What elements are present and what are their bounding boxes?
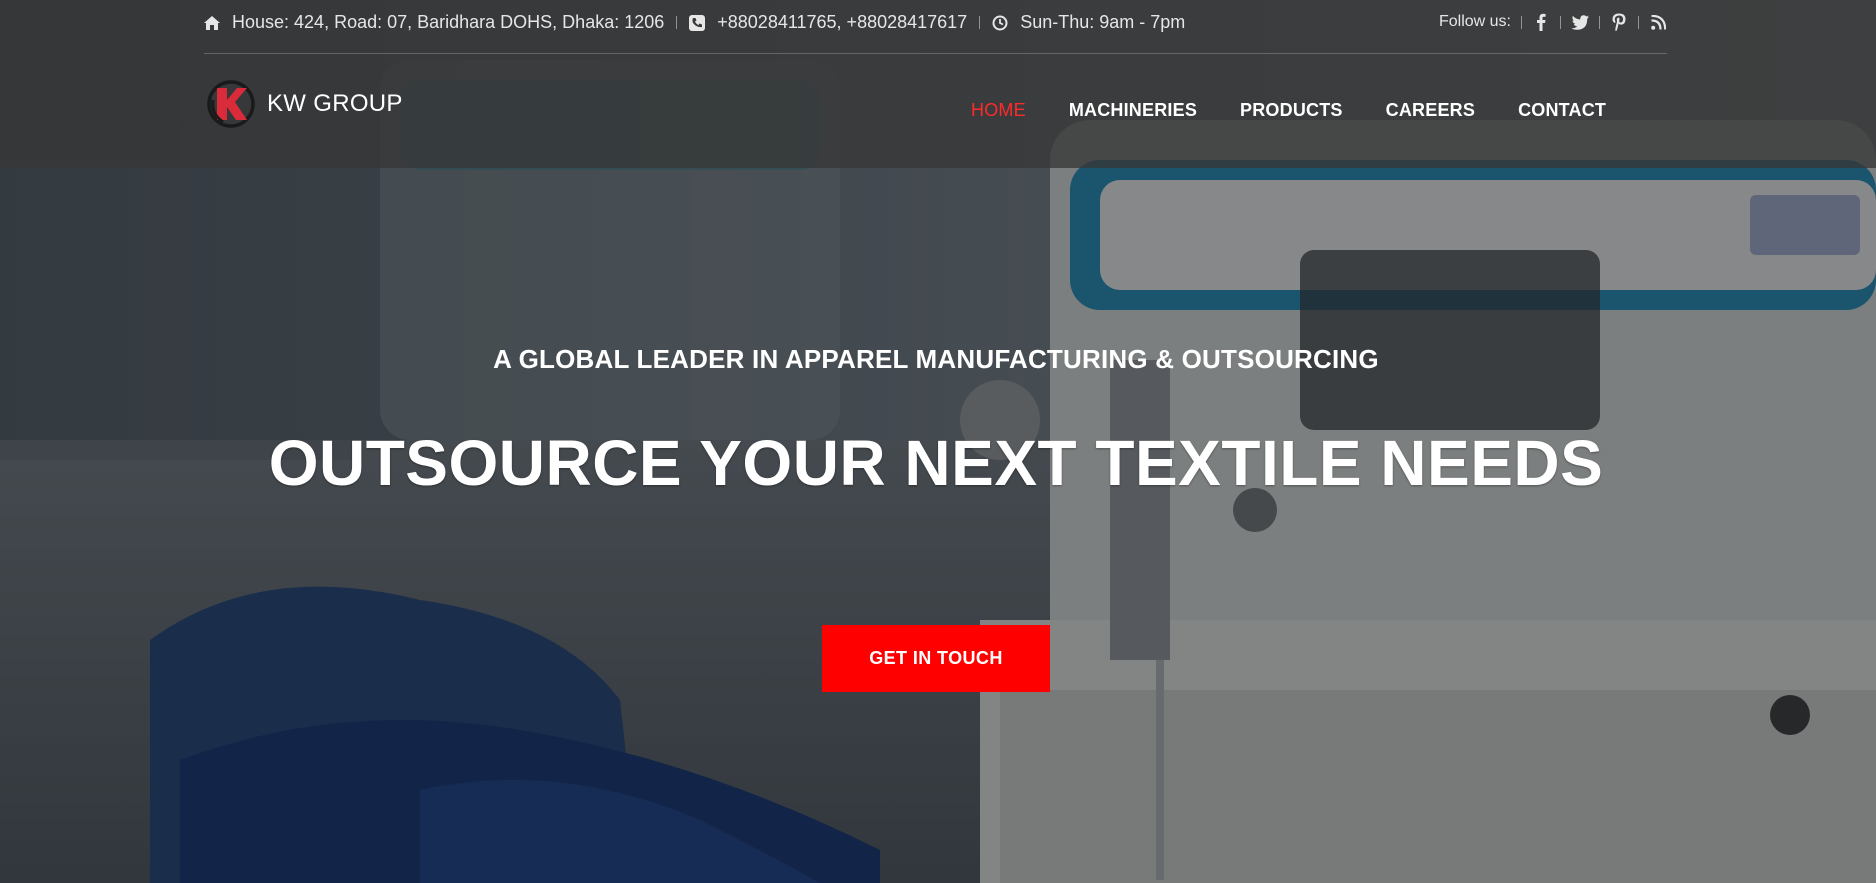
hero-headline: OUTSOURCE YOUR NEXT TEXTILE NEEDS bbox=[268, 427, 1604, 499]
nav-item-home[interactable]: HOME bbox=[971, 100, 1026, 121]
address-text: House: 424, Road: 07, Baridhara DOHS, Dh… bbox=[232, 12, 665, 32]
divider bbox=[1560, 15, 1561, 29]
site-header: House: 424, Road: 07, Baridhara DOHS, Dh… bbox=[0, 0, 1876, 168]
divider bbox=[1599, 15, 1600, 29]
clock-icon bbox=[992, 15, 1008, 30]
hero-section: House: 424, Road: 07, Baridhara DOHS, Dh… bbox=[0, 0, 1876, 883]
nav-item-machineries[interactable]: MACHINERIES bbox=[1069, 100, 1197, 121]
divider bbox=[1638, 15, 1639, 29]
address-item: House: 424, Road: 07, Baridhara DOHS, Dh… bbox=[204, 12, 664, 33]
hours-item: Sun-Thu: 9am - 7pm bbox=[992, 12, 1185, 33]
brand-logo-link[interactable]: KW GROUP bbox=[207, 80, 403, 128]
kw-logo-icon bbox=[207, 80, 255, 128]
divider bbox=[979, 16, 981, 29]
phone-text: +88028411765, +88028417617 bbox=[717, 12, 968, 32]
divider bbox=[676, 16, 678, 29]
nav-item-contact[interactable]: CONTACT bbox=[1518, 100, 1606, 121]
rss-icon[interactable] bbox=[1649, 12, 1667, 32]
follow-label: Follow us: bbox=[1438, 13, 1511, 30]
get-in-touch-button[interactable]: GET IN TOUCH bbox=[822, 625, 1050, 692]
phone-item: +88028411765, +88028417617 bbox=[689, 12, 967, 33]
home-icon bbox=[204, 15, 220, 30]
nav-item-products[interactable]: PRODUCTS bbox=[1240, 100, 1343, 121]
facebook-icon[interactable] bbox=[1532, 12, 1550, 32]
brand-name: KW GROUP bbox=[267, 90, 403, 117]
divider bbox=[1521, 15, 1522, 29]
phone-icon bbox=[689, 14, 706, 31]
hero-tagline: A GLOBAL LEADER IN APPAREL MANUFACTURING… bbox=[493, 344, 1379, 374]
hours-text: Sun-Thu: 9am - 7pm bbox=[1020, 12, 1186, 32]
top-info-bar: House: 424, Road: 07, Baridhara DOHS, Dh… bbox=[204, 0, 1667, 54]
social-links: Follow us: bbox=[1439, 12, 1667, 32]
twitter-icon[interactable] bbox=[1571, 12, 1589, 32]
main-nav: HOME MACHINERIES PRODUCTS CAREERS CONTAC… bbox=[971, 100, 1649, 121]
pinterest-icon[interactable] bbox=[1610, 12, 1628, 32]
nav-item-careers[interactable]: CAREERS bbox=[1386, 100, 1475, 121]
